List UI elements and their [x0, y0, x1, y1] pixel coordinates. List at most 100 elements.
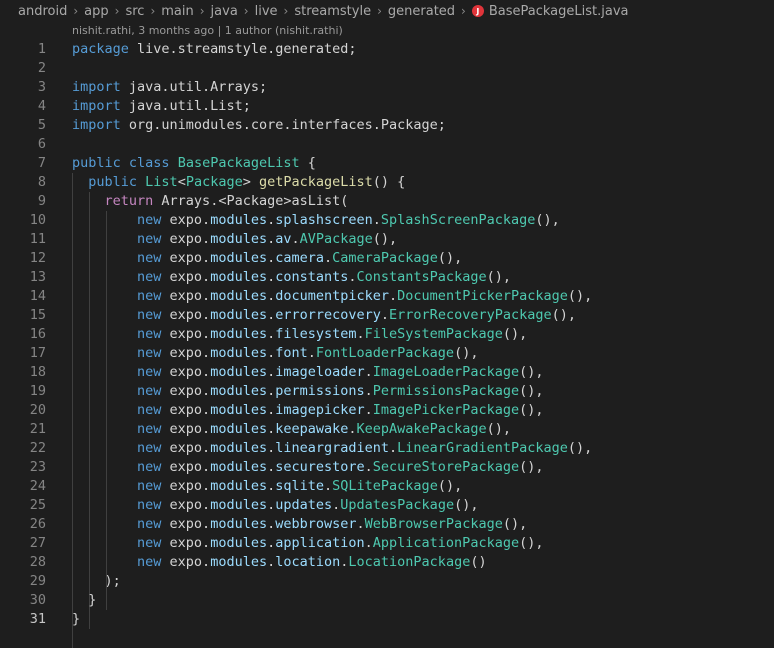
code-line[interactable]: 27 new expo.modules.application.Applicat…	[0, 534, 774, 553]
code-token: new	[137, 497, 170, 513]
code-token: .	[267, 250, 276, 266]
code-token: import	[72, 117, 129, 133]
code-line[interactable]: 23 new expo.modules.securestore.SecureSt…	[0, 458, 774, 477]
code-token: modules	[210, 345, 268, 361]
line-number: 12	[29, 250, 46, 266]
code-token: .	[364, 535, 373, 551]
code-token: package	[72, 41, 138, 57]
code-line[interactable]: 13 new expo.modules.constants.ConstantsP…	[0, 268, 774, 287]
code-line[interactable]: 18 new expo.modules.imageloader.ImageLoa…	[0, 363, 774, 382]
code-line[interactable]: 6	[0, 135, 774, 154]
breadcrumb-item-main[interactable]: main	[161, 4, 193, 19]
code-line[interactable]: 15 new expo.modules.errorrecovery.ErrorR…	[0, 306, 774, 325]
code-line[interactable]: 4 import java.util.List;	[0, 97, 774, 116]
code-token: KeepAwakePackage	[356, 421, 487, 437]
code-token: ()	[470, 554, 487, 570]
code-line[interactable]: 17 new expo.modules.font.FontLoaderPacka…	[0, 344, 774, 363]
codelens-blame[interactable]: nishit.rathi, 3 months ago | 1 author (n…	[72, 22, 343, 40]
code-token: expo.	[169, 364, 211, 380]
code-token: SplashScreenPackage	[380, 212, 536, 228]
code-token: expo.	[169, 421, 211, 437]
code-line[interactable]: 30 }	[0, 591, 774, 610]
code-line[interactable]: 9 return Arrays.<Package>asList(	[0, 192, 774, 211]
code-text: }	[72, 591, 96, 610]
code-line[interactable]: 1 package live.streamstyle.generated;	[0, 40, 774, 59]
line-number: 15	[29, 307, 46, 323]
code-token: ApplicationPackage	[372, 535, 520, 551]
code-token: new	[137, 402, 170, 418]
code-token: (),	[437, 250, 463, 266]
code-line[interactable]: 2	[0, 59, 774, 78]
code-token: .	[324, 478, 333, 494]
breadcrumb-file-name[interactable]: BasePackageList.java	[489, 4, 629, 19]
code-text: import java.util.List;	[72, 97, 251, 116]
code-line[interactable]: 12 new expo.modules.camera.CameraPackage…	[0, 249, 774, 268]
code-token: .	[389, 288, 398, 304]
code-token: modules	[210, 250, 268, 266]
code-token: new	[137, 345, 170, 361]
line-number: 2	[37, 60, 46, 76]
breadcrumb-item-app[interactable]: app	[84, 4, 108, 19]
code-token: documentpicker	[275, 288, 390, 304]
code-line[interactable]: 19 new expo.modules.permissions.Permissi…	[0, 382, 774, 401]
breadcrumb-item-java[interactable]: java	[211, 4, 238, 19]
code-line[interactable]: 22 new expo.modules.lineargradient.Linea…	[0, 439, 774, 458]
code-token: expo.	[169, 326, 211, 342]
code-text: new expo.modules.location.LocationPackag…	[72, 553, 487, 572]
code-line[interactable]: 31}	[0, 610, 774, 629]
code-token: expo.	[169, 307, 211, 323]
code-text: }	[72, 610, 80, 629]
breadcrumb-item-generated[interactable]: generated	[388, 4, 455, 19]
code-token: new	[137, 440, 170, 456]
code-line[interactable]: 7 public class BasePackageList {	[0, 154, 774, 173]
code-token: expo.	[169, 288, 211, 304]
chevron-right-icon: ›	[461, 4, 466, 18]
code-token: permissions	[275, 383, 365, 399]
code-token: (),	[519, 383, 544, 399]
code-line[interactable]: 5 import org.unimodules.core.interfaces.P…	[0, 116, 774, 135]
code-token: (),	[454, 345, 479, 361]
line-number: 21	[29, 421, 46, 437]
code-token: modules	[210, 383, 268, 399]
code-text: import java.util.Arrays;	[72, 78, 267, 97]
code-line[interactable]: 10 new expo.modules.splashscreen.SplashS…	[0, 211, 774, 230]
code-token: SecureStorePackage	[372, 459, 520, 475]
code-line[interactable]: 21 new expo.modules.keepawake.KeepAwakeP…	[0, 420, 774, 439]
code-text: new expo.modules.documentpicker.Document…	[72, 287, 592, 306]
code-line[interactable]: 8 public List<Package> getPackageList() …	[0, 173, 774, 192]
code-token: expo.	[169, 478, 211, 494]
line-number: 8	[37, 174, 46, 190]
code-token: (),	[502, 326, 528, 342]
chevron-right-icon: ›	[243, 4, 249, 18]
code-token: filesystem	[275, 326, 357, 342]
code-token: new	[137, 421, 170, 437]
breadcrumb-item-live[interactable]: live	[255, 4, 278, 19]
code-line[interactable]: 26 new expo.modules.webbrowser.WebBrowse…	[0, 515, 774, 534]
code-line[interactable]: 29 );	[0, 572, 774, 591]
code-token: modules	[210, 364, 268, 380]
code-editor[interactable]: 1 package live.streamstyle.generated; 2 3 im…	[0, 40, 774, 648]
code-line[interactable]: 25 new expo.modules.updates.UpdatesPacka…	[0, 496, 774, 515]
breadcrumb-item-src[interactable]: src	[125, 4, 144, 19]
code-token: expo.	[169, 459, 211, 475]
code-line[interactable]: 24 new expo.modules.sqlite.SQLitePackage…	[0, 477, 774, 496]
code-token: expo.	[169, 535, 211, 551]
code-line[interactable]: 14 new expo.modules.documentpicker.Docum…	[0, 287, 774, 306]
breadcrumb-item-android[interactable]: android	[18, 4, 67, 19]
line-number: 16	[29, 326, 46, 342]
code-line[interactable]: 16 new expo.modules.filesystem.FileSyste…	[0, 325, 774, 344]
code-token: .	[267, 440, 276, 456]
code-line[interactable]: 11 new expo.modules.av.AVPackage(),	[0, 230, 774, 249]
line-number: 29	[29, 573, 46, 589]
code-token: modules	[210, 554, 268, 570]
breadcrumb-item-streamstyle[interactable]: streamstyle	[294, 4, 371, 19]
code-line[interactable]: 3 import java.util.Arrays;	[0, 78, 774, 97]
code-token: .	[267, 554, 276, 570]
code-line[interactable]: 28 new expo.modules.location.LocationPac…	[0, 553, 774, 572]
code-line[interactable]: 20 new expo.modules.imagepicker.ImagePic…	[0, 401, 774, 420]
line-number: 17	[29, 345, 46, 361]
